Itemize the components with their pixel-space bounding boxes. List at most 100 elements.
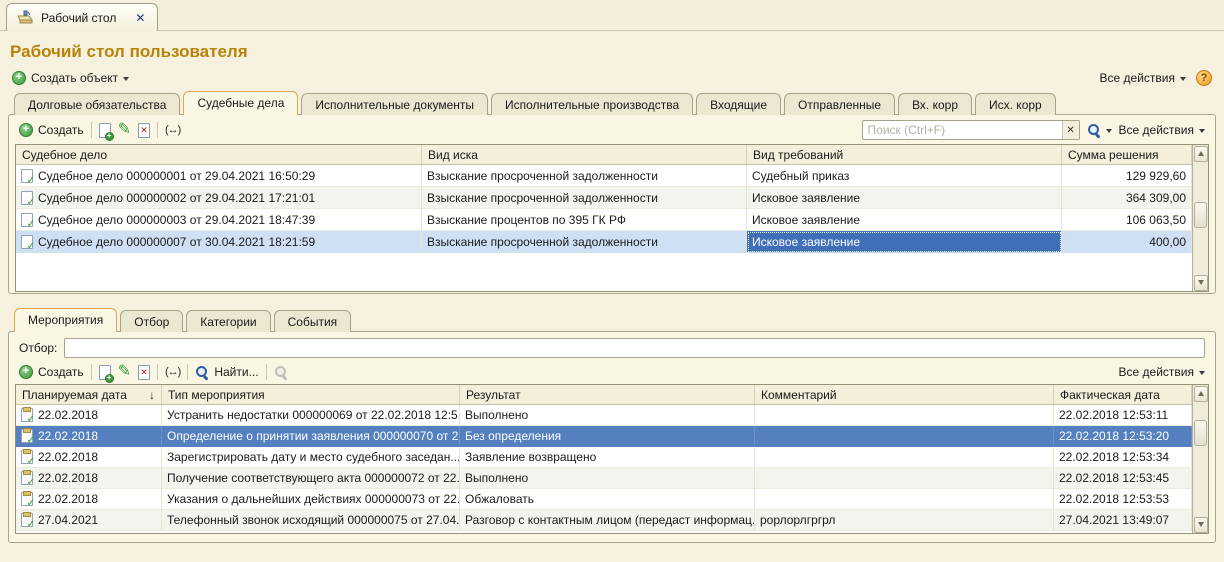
table-row[interactable]: 22.02.2018Зарегистрировать дату и место … (16, 447, 1192, 468)
cell[interactable]: 129 929,60 (1062, 165, 1192, 187)
cell[interactable]: 22.02.2018 (16, 405, 162, 426)
cell[interactable]: Определение о принятии заявления 0000000… (162, 426, 460, 447)
main-tab-3[interactable]: Исполнительные документы (301, 93, 488, 115)
cell[interactable]: Взыскание просроченной задолженности (422, 231, 747, 253)
cell[interactable]: Заявление возвращено (460, 447, 755, 468)
cell[interactable]: Взыскание просроченной задолженности (422, 165, 747, 187)
cell[interactable]: Исковое заявление (747, 209, 1062, 231)
create-case-button[interactable]: Создать (19, 123, 84, 137)
cell[interactable]: 22.02.2018 12:53:45 (1054, 468, 1192, 489)
copy-item-icon[interactable] (99, 365, 111, 380)
scroll-up-icon[interactable] (1194, 146, 1208, 162)
cell[interactable]: Взыскание просроченной задолженности (422, 187, 747, 209)
cell[interactable]: Выполнено (460, 468, 755, 489)
column-header[interactable]: Планируемая дата↓ (16, 385, 162, 404)
cell[interactable]: Обжаловать (460, 489, 755, 510)
scroll-down-icon[interactable] (1194, 275, 1208, 291)
table-row[interactable]: Судебное дело 000000002 от 29.04.2021 17… (16, 187, 1192, 209)
search-menu-button[interactable] (1087, 123, 1112, 137)
detail-tab-3[interactable]: Категории (186, 310, 270, 332)
cell[interactable]: Выполнено (460, 405, 755, 426)
detail-tab-2[interactable]: Отбор (120, 310, 183, 332)
main-tab-7[interactable]: Вх. корр (898, 93, 972, 115)
cell[interactable]: Зарегистрировать дату и место судебного … (162, 447, 460, 468)
cell[interactable]: 27.04.2021 13:49:07 (1054, 510, 1192, 531)
cases-all-actions-button[interactable]: Все действия (1119, 123, 1205, 137)
cell[interactable]: 400,00 (1062, 231, 1192, 253)
table-row[interactable]: 22.02.2018Получение соответствующего акт… (16, 468, 1192, 489)
cell[interactable]: Телефонный звонок исходящий 000000075 от… (162, 510, 460, 531)
scroll-thumb[interactable] (1194, 420, 1207, 446)
cell[interactable] (755, 468, 1054, 489)
cell[interactable]: 27.04.2021 (16, 510, 162, 531)
cell[interactable]: Разговор с контактным лицом (передаст ин… (460, 510, 755, 531)
close-icon[interactable]: ✕ (135, 11, 145, 25)
create-object-button[interactable]: Создать объект (12, 71, 129, 85)
cell[interactable]: 22.02.2018 12:53:53 (1054, 489, 1192, 510)
column-header[interactable]: Результат (460, 385, 755, 404)
column-width-icon[interactable]: (↔) (165, 366, 180, 378)
cell[interactable]: Исковое заявление (747, 187, 1062, 209)
table-row[interactable]: Судебное дело 000000001 от 29.04.2021 16… (16, 165, 1192, 187)
help-icon[interactable]: ? (1196, 70, 1212, 86)
table-row[interactable]: Судебное дело 000000003 от 29.04.2021 18… (16, 209, 1192, 231)
cases-scrollbar[interactable] (1192, 145, 1208, 291)
create-event-button[interactable]: Создать (19, 365, 84, 379)
scroll-up-icon[interactable] (1194, 386, 1208, 402)
search-input[interactable] (863, 123, 1062, 137)
cell[interactable]: Получение соответствующего акта 00000007… (162, 468, 460, 489)
filter-input[interactable] (64, 338, 1205, 358)
copy-item-icon[interactable] (99, 123, 111, 138)
cell[interactable] (755, 405, 1054, 426)
scroll-track[interactable] (1193, 162, 1208, 275)
column-header[interactable]: Фактическая дата (1054, 385, 1192, 404)
edit-pencil-icon[interactable] (118, 365, 131, 379)
main-tab-2[interactable]: Судебные дела (183, 91, 298, 115)
cell[interactable]: 22.02.2018 12:53:34 (1054, 447, 1192, 468)
cell[interactable]: Судебный приказ (747, 165, 1062, 187)
cell[interactable]: 22.02.2018 (16, 489, 162, 510)
clear-search-icon[interactable]: ✕ (1062, 121, 1079, 139)
page-all-actions-button[interactable]: Все действия (1100, 71, 1186, 85)
cell[interactable]: 22.02.2018 12:53:20 (1054, 426, 1192, 447)
events-scrollbar[interactable] (1192, 385, 1208, 533)
column-header[interactable]: Сумма решения (1062, 145, 1192, 164)
cell[interactable]: Исковое заявление (747, 231, 1062, 253)
edit-pencil-icon[interactable] (118, 123, 131, 137)
column-header[interactable]: Комментарий (755, 385, 1054, 404)
table-row[interactable]: 22.02.2018Устранить недостатки 000000069… (16, 405, 1192, 426)
cell[interactable]: Судебное дело 000000002 от 29.04.2021 17… (16, 187, 422, 209)
cell[interactable]: рорлорлгргрл (755, 510, 1054, 531)
main-tab-8[interactable]: Исх. корр (975, 93, 1056, 115)
main-tab-6[interactable]: Отправленные (784, 93, 895, 115)
cell[interactable] (755, 489, 1054, 510)
window-tab-desktop[interactable]: Рабочий стол ✕ (6, 3, 158, 31)
cell[interactable]: 22.02.2018 (16, 426, 162, 447)
cell[interactable]: Взыскание процентов по 395 ГК РФ (422, 209, 747, 231)
column-header[interactable]: Тип мероприятия (162, 385, 460, 404)
main-tab-1[interactable]: Долговые обязательства (14, 93, 180, 115)
column-width-icon[interactable]: (↔) (165, 124, 180, 136)
table-row[interactable]: 22.02.2018Определение о принятии заявлен… (16, 426, 1192, 447)
detail-tab-1[interactable]: Мероприятия (14, 308, 117, 332)
main-tab-4[interactable]: Исполнительные производства (491, 93, 693, 115)
column-header[interactable]: Судебное дело (16, 145, 422, 164)
cell[interactable]: Судебное дело 000000001 от 29.04.2021 16… (16, 165, 422, 187)
cell[interactable] (755, 447, 1054, 468)
column-header[interactable]: Вид иска (422, 145, 747, 164)
cell[interactable]: 22.02.2018 (16, 447, 162, 468)
cell[interactable]: 106 063,50 (1062, 209, 1192, 231)
cell[interactable]: Судебное дело 000000007 от 30.04.2021 18… (16, 231, 422, 253)
cell[interactable]: 22.02.2018 (16, 468, 162, 489)
detail-tab-4[interactable]: События (274, 310, 352, 332)
find-button[interactable]: Найти... (195, 365, 258, 379)
table-row[interactable]: Судебное дело 000000007 от 30.04.2021 18… (16, 231, 1192, 253)
cell[interactable]: 22.02.2018 12:53:11 (1054, 405, 1192, 426)
cell[interactable]: Без определения (460, 426, 755, 447)
cell[interactable]: Устранить недостатки 000000069 от 22.02.… (162, 405, 460, 426)
cell[interactable] (755, 426, 1054, 447)
events-all-actions-button[interactable]: Все действия (1119, 365, 1205, 379)
scroll-down-icon[interactable] (1194, 517, 1208, 533)
table-row[interactable]: 27.04.2021Телефонный звонок исходящий 00… (16, 510, 1192, 531)
scroll-track[interactable] (1193, 402, 1208, 517)
